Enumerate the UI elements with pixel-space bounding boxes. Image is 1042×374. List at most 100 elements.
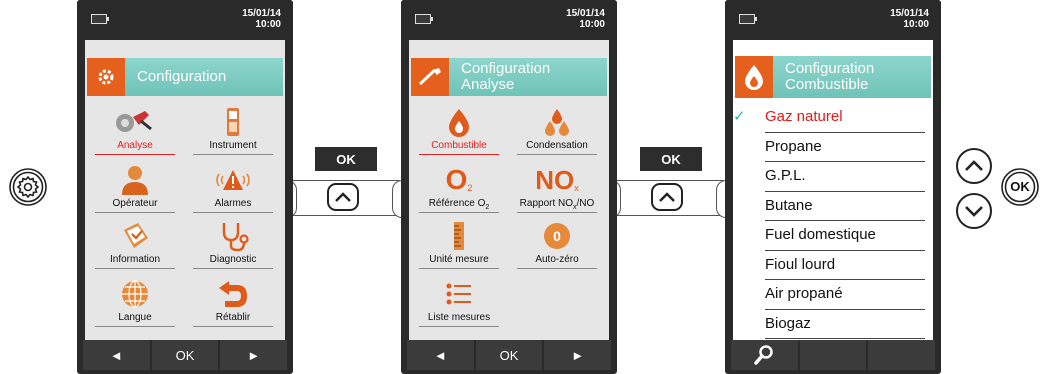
fuel-list-item[interactable]: Fioul lourd [725,251,933,280]
softkey-right[interactable]: ► [220,340,288,370]
o2-glyph: O [445,164,468,195]
tile-langue[interactable]: Langue [89,276,181,330]
status-bar: 15/01/14 10:00 [401,0,617,40]
up-arrow-key[interactable] [327,183,359,211]
list-icon [413,278,505,310]
up-arrow-key[interactable] [956,148,992,184]
title-label: Configuration [137,68,227,85]
softkey-ok[interactable]: OK [151,340,219,370]
tile-rapport-nox[interactable]: NO x Rapport NOx/NO [511,162,603,216]
settings-key[interactable] [8,167,48,207]
stethoscope-icon [187,220,279,252]
ok-key[interactable]: OK [1000,167,1040,207]
tile-instrument[interactable]: Instrument [187,104,279,158]
tile-label: Opérateur [112,198,158,209]
tile-analyse[interactable]: Analyse [89,104,181,158]
softkey-search[interactable] [731,340,798,370]
date: 15/01/14 [890,8,929,19]
status-bar: 15/01/14 10:00 [77,0,293,40]
date: 15/01/14 [566,8,605,19]
operator-icon [89,164,181,196]
tile-operateur[interactable]: Opérateur [89,162,181,216]
softkey-right[interactable]: ► [544,340,612,370]
tile-label: Liste mesures [427,312,491,323]
tile-label-text: Rapport NO [519,198,574,209]
settings-gear-icon [87,58,125,96]
tile-diagnostic[interactable]: Diagnostic [187,218,279,272]
flame-drop-title-icon [735,56,773,98]
fuel-label: Fioul lourd [765,255,836,273]
tile-condensation[interactable]: Condensation [511,104,603,158]
softkey-bar [731,340,936,370]
fuel-list-item[interactable]: Fuel domestique [725,221,933,251]
softkey-left[interactable]: ◄ [83,340,150,370]
flame-drop-icon [413,106,505,138]
tile-label: Combustible [431,140,487,151]
tile-alarmes[interactable]: Alarmes [187,162,279,216]
ok-label-2: OK [640,147,702,171]
fuel-list-item[interactable]: Biogaz [725,310,933,339]
fuel-label: Butane [765,196,813,214]
tile-reference-o2[interactable]: O2 Référence O2 [413,162,505,216]
tile-underline [517,212,597,213]
tile-underline [419,154,499,155]
tile-unite-mesure[interactable]: Unité mesure [413,218,505,272]
tile-underline [419,212,499,213]
softkey-empty[interactable] [868,340,936,370]
device-configuration: 15/01/14 10:00 Configuration Analyse Ins… [77,0,293,374]
nox-glyph-sub: x [574,183,579,193]
fuel-label: Air propané [765,285,843,302]
tile-label: Langue [118,312,152,323]
alarm-icon [187,164,279,196]
ok-label-1: OK [315,147,377,171]
globe-icon [89,278,181,310]
gear-icon [9,168,47,206]
fuel-label: Biogaz [765,314,811,332]
ok-key-label: OK [1010,179,1030,194]
fuel-list-item[interactable]: Butane [725,192,933,221]
tile-label: Condensation [526,140,588,151]
fuel-list-item[interactable]: ✓ Gaz naturel [725,103,933,133]
fuel-list-item[interactable]: Propane [725,133,933,162]
tile-combustible[interactable]: Combustible [413,104,505,158]
up-arrow-key[interactable] [651,183,683,211]
tile-underline [95,326,175,327]
fuel-label: Fuel domestique [765,226,876,243]
fuel-list-item[interactable]: Air propané [725,280,933,310]
auto-zero-glyph: 0 [553,228,561,244]
fuel-list-item[interactable]: G.P.L. [725,162,933,192]
tile-label-sub: 2 [485,204,490,211]
drops-icon [511,106,603,138]
tile-underline [419,268,499,269]
tile-underline [419,326,499,327]
auto-zero-badge: 0 [544,223,570,249]
instrument-icon [187,106,279,138]
tile-auto-zero[interactable]: 0 Auto-zéro [511,218,603,272]
tile-liste-mesures[interactable]: Liste mesures [413,276,505,330]
tile-retablir[interactable]: Rétablir [187,276,279,330]
softkey-empty[interactable] [799,340,867,370]
softkey-ok[interactable]: OK [475,340,543,370]
subtitle-label: Combustible [785,76,869,93]
analyse-title-icon [411,58,449,96]
device-configuration-analyse: 15/01/14 10:00 Configuration Analyse Com… [401,0,617,374]
title-bar: Configuration Analyse [411,58,607,96]
information-icon [89,220,181,252]
softkey-bar: ◄ OK ► [407,340,612,370]
tile-underline [193,212,273,213]
restore-arrow-icon [187,278,279,310]
tile-information[interactable]: Information [89,218,181,272]
datetime: 15/01/14 10:00 [566,8,605,30]
softkey-left[interactable]: ◄ [407,340,474,370]
time: 10:00 [255,19,281,30]
battery-icon [91,14,109,24]
title-bar: Configuration [87,58,283,96]
analyse-icon [89,106,181,138]
chevron-up-icon [659,192,675,202]
tile-label-suffix: /NO [576,198,595,209]
tile-underline [95,154,175,155]
down-arrow-key[interactable] [956,193,992,229]
fuel-list: ✓ Gaz naturel Propane G.P.L. Butane Fuel dome… [725,103,933,339]
auto-zero-icon: 0 [511,220,603,252]
date: 15/01/14 [242,8,281,19]
